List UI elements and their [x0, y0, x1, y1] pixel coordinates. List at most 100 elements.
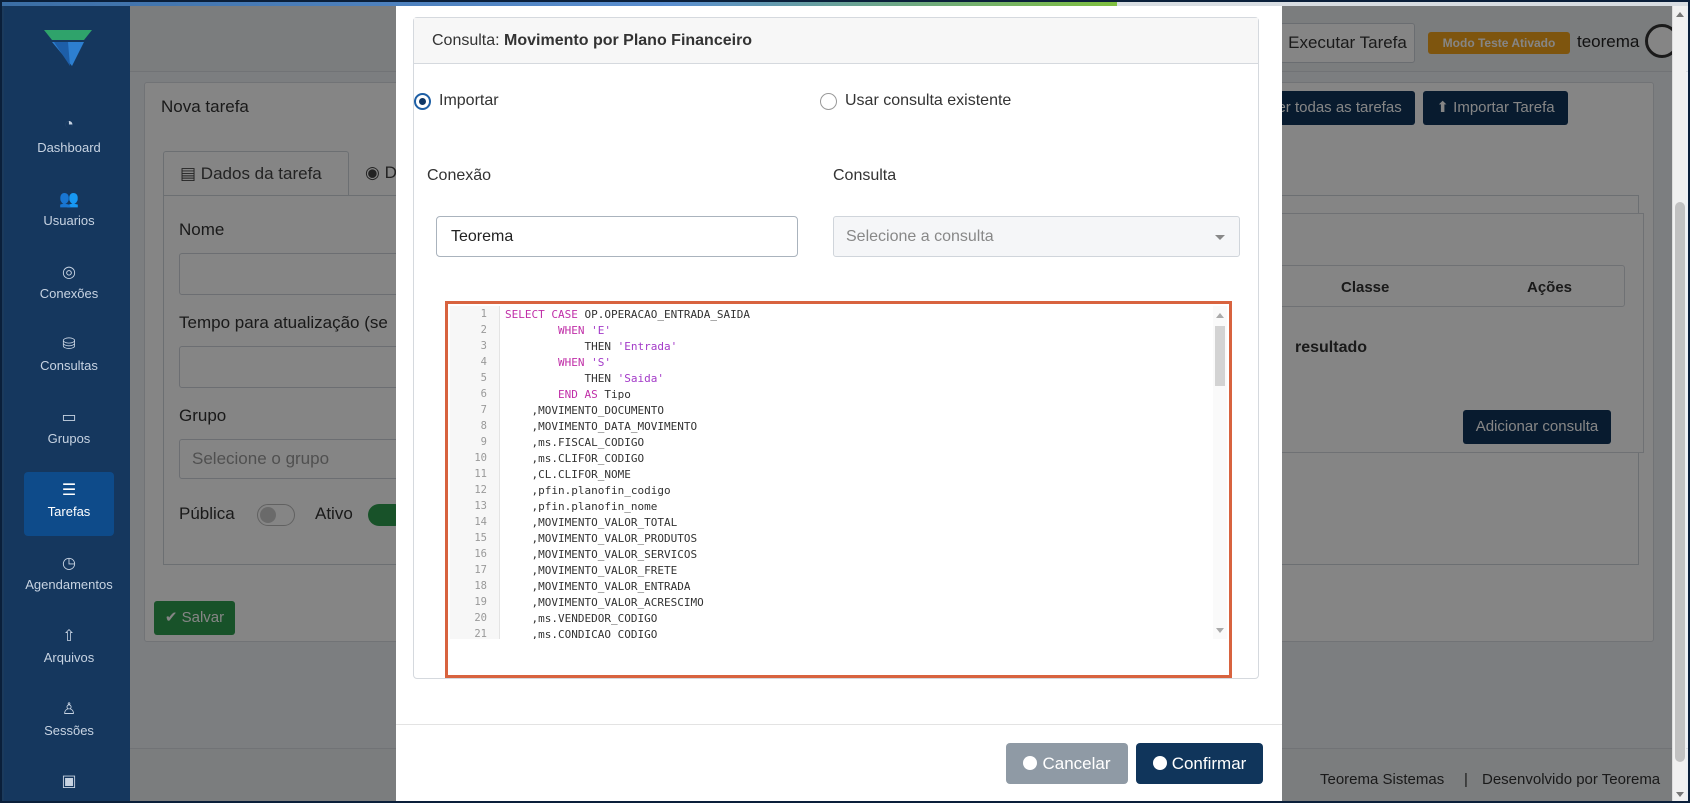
dashboard-icon: ◔ — [64, 116, 74, 133]
close-circle-icon — [1023, 756, 1038, 770]
line-number: 18 — [474, 580, 487, 592]
sidebar-item-dashboard[interactable]: ◔ Dashboard — [24, 108, 114, 172]
code-token: 'Saida' — [617, 372, 664, 385]
code-token: Tipo — [604, 388, 631, 401]
line-number: 14 — [474, 516, 487, 528]
code-token: ,MOVIMENTO_DATA_MOVIMENTO — [531, 420, 698, 433]
code-token: ,MOVIMENTO_VALOR_PRODUTOS — [531, 532, 698, 545]
radio-import-dot[interactable] — [414, 92, 431, 110]
query-label: Consulta — [833, 167, 897, 184]
radio-import[interactable]: Importar — [414, 92, 499, 110]
code-line: SELECT CASE OP.OPERACAO_ENTRADA_SAIDA — [505, 308, 750, 321]
radio-use-existing-dot[interactable] — [820, 92, 837, 110]
modal-title-prefix: Consulta: — [432, 32, 500, 49]
sidebar-item-label: Agendamentos — [25, 577, 113, 592]
code-token: WHEN — [557, 356, 592, 369]
line-number: 11 — [474, 468, 487, 480]
code-token: ,MOVIMENTO_VALOR_ENTRADA — [531, 580, 691, 593]
sidebar-item-label: Arquivos — [43, 650, 95, 665]
code-line: ,MOVIMENTO_VALOR_TOTAL — [505, 516, 678, 529]
code-token: THEN — [584, 372, 618, 385]
modal-title-text: Movimento por Plano Financeiro — [504, 32, 753, 49]
code-token: ,MOVIMENTO_VALOR_FRETE — [531, 564, 678, 577]
line-gutter: 1 2 3 4 5 6 7 8 9 10 11 12 13 14 15 16 17 18 19 20 21 — [450, 306, 500, 639]
sidebar-item-conexões[interactable]: ◎ Conexões — [24, 254, 114, 318]
code-token: ,ms.CONDICAO_CODIGO — [531, 628, 658, 639]
page-scrollbar[interactable] — [1672, 6, 1686, 801]
sidebar-item-label: Conexões — [39, 286, 99, 301]
code-line: ,ms.VENDEDOR_CODIGO — [505, 612, 658, 625]
clock-icon: ◷ — [62, 555, 76, 572]
line-number: 8 — [480, 420, 487, 432]
radio-use-existing[interactable]: Usar consulta existente — [820, 92, 1011, 110]
scroll-down-icon[interactable] — [1216, 628, 1224, 633]
sidebar-item-label: Tarefas — [47, 504, 91, 519]
scroll-up-icon[interactable] — [1676, 12, 1684, 17]
code-line: ,pfin.planofin_nome — [505, 500, 658, 513]
sidebar-item-sessões[interactable]: ♙ Sessões — [24, 691, 114, 755]
code-token: WHEN — [557, 324, 592, 337]
code-token: 'E' — [591, 324, 611, 337]
sidebar-item-arquivos[interactable]: ⇧ Arquivos — [24, 618, 114, 682]
line-number: 10 — [474, 452, 487, 464]
sidebar: ◔ Dashboard 👥 Usuarios ◎ Conexões ⛁ Consultas ▭ G… — [4, 6, 130, 801]
sidebar-item-more[interactable]: ▣ — [24, 763, 114, 801]
line-number: 16 — [474, 548, 487, 560]
user-icon: ♙ — [61, 701, 77, 718]
line-number: 19 — [474, 596, 487, 608]
sidebar-item-grupos[interactable]: ▭ Grupos — [24, 399, 114, 463]
connections-icon: ◎ — [62, 264, 76, 281]
scroll-up-icon[interactable] — [1216, 313, 1224, 318]
page-scroll-thumb[interactable] — [1675, 202, 1685, 762]
scroll-down-icon[interactable] — [1676, 792, 1684, 797]
sidebar-item-label: Consultas — [40, 358, 98, 373]
code-token: ,MOVIMENTO_VALOR_SERVICOS — [531, 548, 698, 561]
line-number: 2 — [480, 324, 487, 336]
code-line: ,ms.CLIFOR_CODIGO — [505, 452, 645, 465]
sidebar-item-agendamentos[interactable]: ◷ Agendamentos — [24, 545, 114, 609]
code-token: ,ms.FISCAL_CODIGO — [531, 436, 645, 449]
code-line: ,MOVIMENTO_VALOR_PRODUTOS — [505, 532, 698, 545]
code-token: ,ms.VENDEDOR_CODIGO — [531, 612, 658, 625]
code-line: ,MOVIMENTO_VALOR_FRETE — [505, 564, 678, 577]
code-token: ,MOVIMENTO_VALOR_ACRESCIMO — [531, 596, 704, 609]
sql-editor-frame: 1 2 3 4 5 6 7 8 9 10 11 12 13 14 15 16 17 18 19 20 21 SELECT… — [445, 301, 1232, 678]
sidebar-item-consultas[interactable]: ⛁ Consultas — [24, 326, 114, 390]
chevron-down-icon — [1215, 235, 1225, 240]
modal-footer-divider — [396, 724, 1282, 725]
sidebar-item-tarefas[interactable]: ☰ Tarefas — [24, 472, 114, 536]
sidebar-item-label: Usuarios — [43, 213, 95, 228]
radio-import-label: Importar — [439, 92, 499, 109]
code-token: ,MOVIMENTO_DOCUMENTO — [531, 404, 664, 417]
line-number: 1 — [480, 308, 487, 320]
code-token: ,CL.CLIFOR_NOME — [531, 468, 631, 481]
query-select[interactable]: Selecione a consulta — [833, 216, 1240, 257]
confirm-button[interactable]: Confirmar — [1136, 743, 1263, 784]
cancel-button[interactable]: Cancelar — [1006, 743, 1128, 784]
code-line: ,MOVIMENTO_VALOR_ENTRADA — [505, 580, 691, 593]
editor-scrollbar[interactable] — [1213, 306, 1227, 639]
line-number: 3 — [480, 340, 487, 352]
connection-field[interactable]: Teorema — [436, 216, 798, 257]
sql-editor[interactable]: 1 2 3 4 5 6 7 8 9 10 11 12 13 14 15 16 17 18 19 20 21 SELECT… — [450, 306, 1227, 639]
line-number: 5 — [480, 372, 487, 384]
logo-icon — [44, 30, 92, 66]
sidebar-item-label: Grupos — [47, 431, 91, 446]
code-line: ,MOVIMENTO_DOCUMENTO — [505, 404, 664, 417]
sidebar-item-usuarios[interactable]: 👥 Usuarios — [24, 181, 114, 245]
sidebar-item-label: Sessões — [44, 723, 94, 738]
editor-scroll-thumb[interactable] — [1215, 326, 1225, 386]
cancel-label: Cancelar — [1042, 754, 1111, 773]
